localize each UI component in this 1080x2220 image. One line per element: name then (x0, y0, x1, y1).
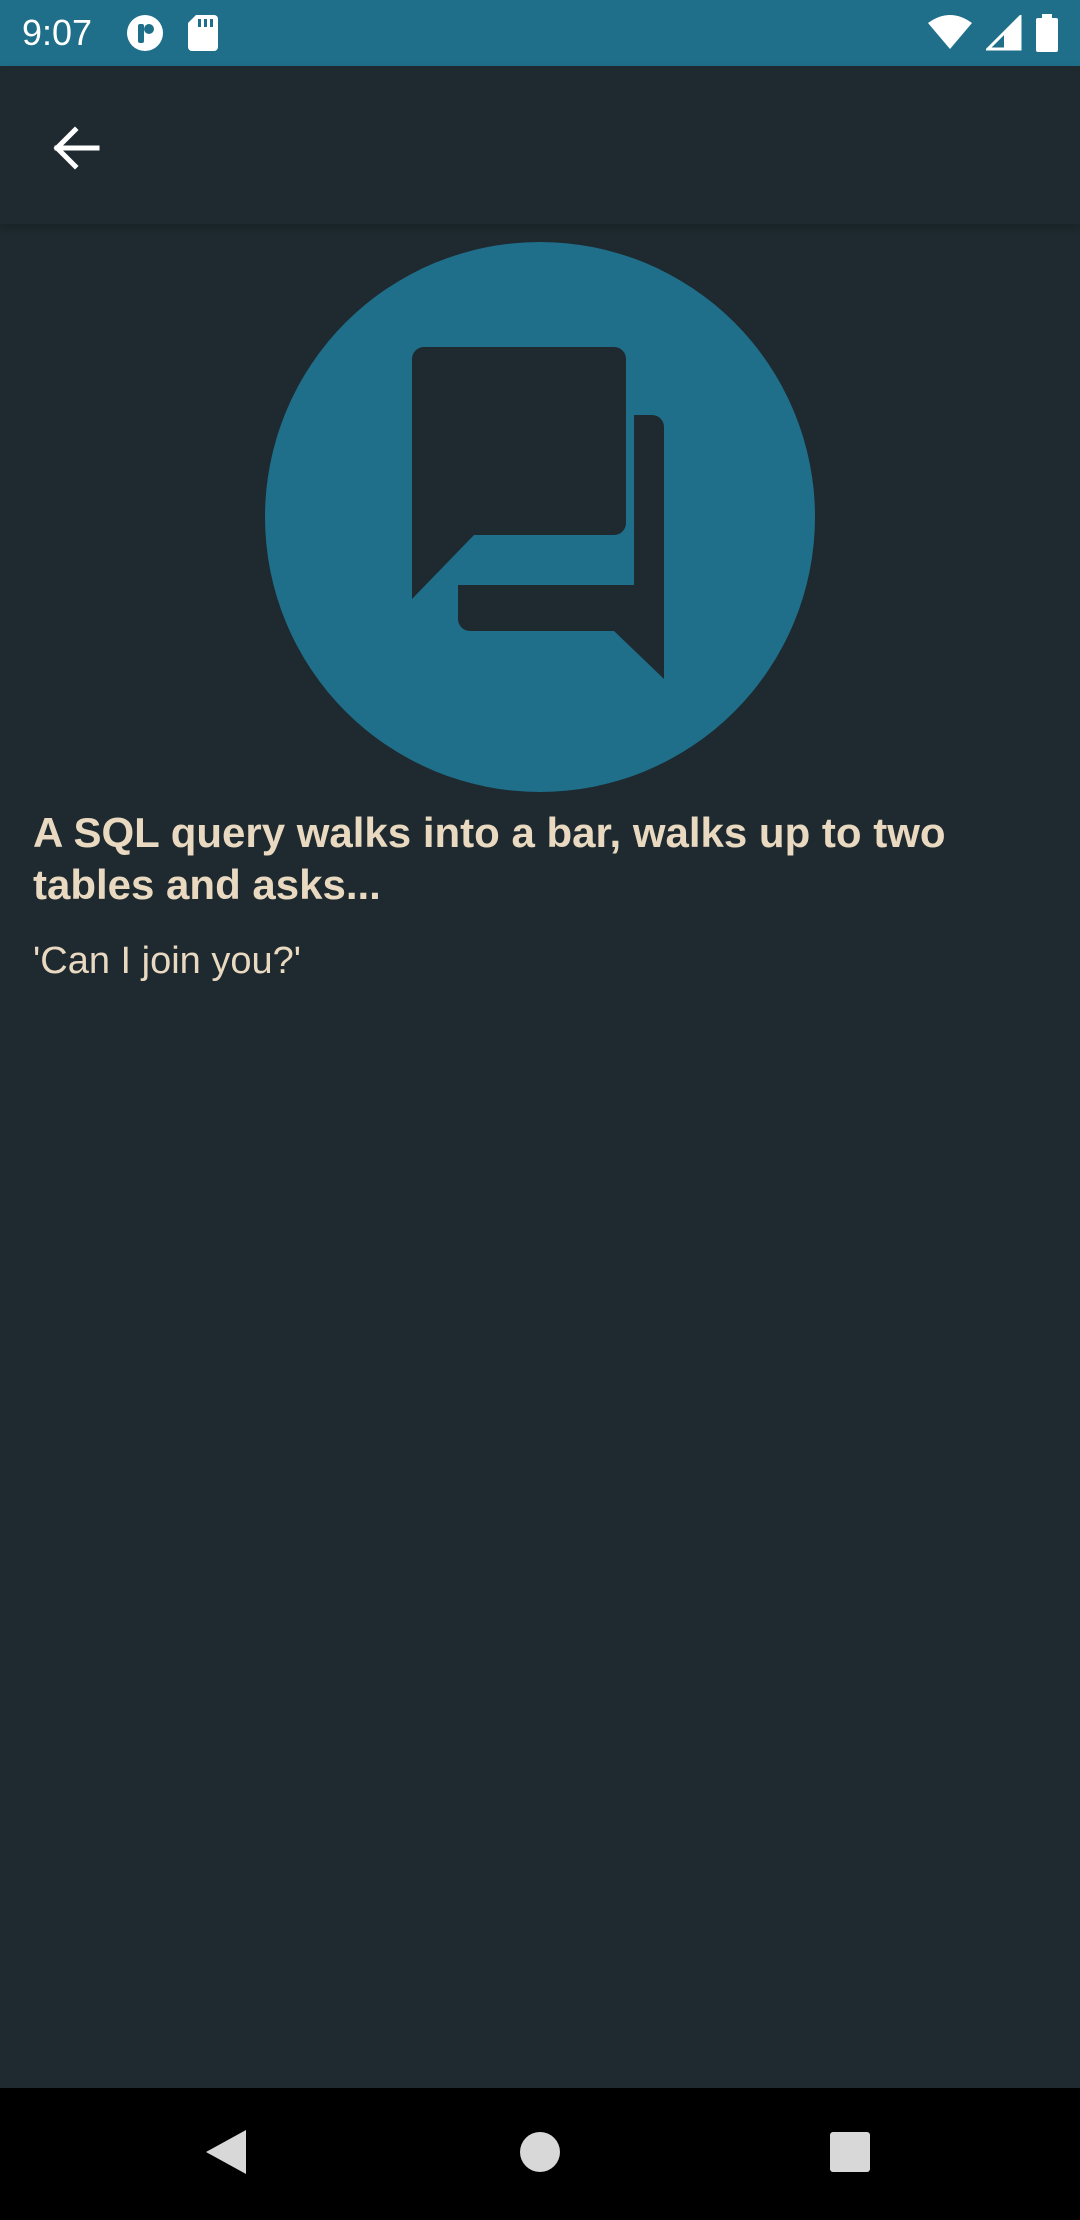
joke-detail-content: A SQL query walks into a bar, walks up t… (0, 224, 1080, 2088)
joke-punchline: 'Can I join you?' (33, 940, 302, 982)
wifi-icon (928, 15, 972, 56)
nav-recents-button[interactable] (780, 2088, 920, 2220)
nav-back-button[interactable] (156, 2088, 296, 2220)
sd-card-icon (188, 15, 218, 56)
notification-app-icon (126, 14, 164, 57)
home-circle-icon (518, 2130, 562, 2179)
arrow-back-icon (51, 123, 101, 178)
cellular-signal-icon (984, 13, 1022, 56)
system-navigation-bar (0, 2088, 1080, 2220)
back-triangle-icon (204, 2128, 248, 2181)
chat-bubbles-icon (370, 345, 710, 690)
status-left-icons (126, 14, 218, 57)
status-bar: 9:07 (0, 0, 1080, 66)
app-bar (0, 66, 1080, 224)
hero-image (265, 242, 815, 792)
nav-home-button[interactable] (470, 2088, 610, 2220)
back-button[interactable] (30, 104, 122, 196)
battery-icon (1036, 14, 1058, 57)
status-right-icons (928, 13, 1058, 57)
status-time: 9:07 (22, 12, 93, 53)
recents-square-icon (829, 2131, 871, 2178)
joke-setup: A SQL query walks into a bar, walks up t… (33, 809, 946, 908)
